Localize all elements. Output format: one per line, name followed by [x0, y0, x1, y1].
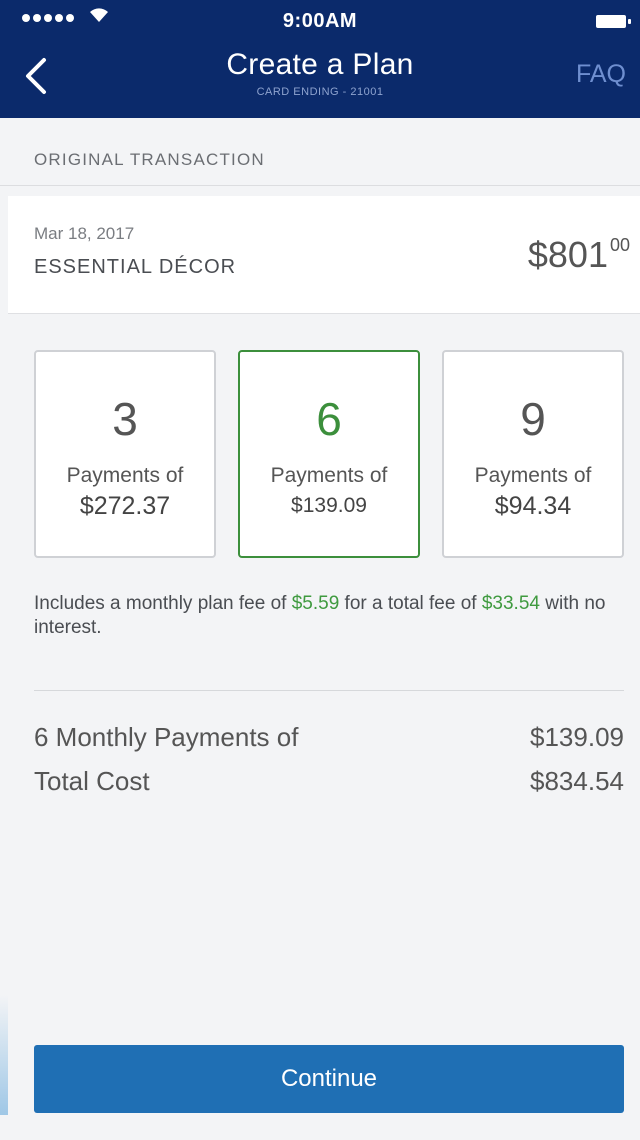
continue-button[interactable]: Continue [0, 995, 624, 1115]
page-title: Create a Plan [226, 48, 414, 81]
plan-count: 9 [520, 393, 546, 445]
total-cost-label: Total Cost [34, 766, 150, 796]
plan-label: Payments of [270, 464, 388, 487]
plan-label: Payments of [66, 464, 184, 487]
fee-note-text: for a total fee of [339, 593, 482, 614]
transaction-date: Mar 18, 2017 [34, 224, 135, 243]
plan-price: $272.37 [79, 492, 171, 520]
fee-note: Includes a monthly plan fee of $5.59 for… [34, 592, 624, 640]
amount-cents: 00 [609, 235, 630, 255]
app-header: 9:00AM Create a Plan CARD ENDING - 21001… [0, 0, 640, 118]
total-fee: $33.54 [481, 593, 540, 614]
status-bar: 9:00AM [0, 0, 640, 40]
plan-price: $139.09 [291, 494, 367, 517]
monthly-fee: $5.59 [291, 593, 340, 614]
total-cost-value: $834.54 [530, 766, 624, 796]
status-time: 9:00AM [282, 10, 358, 32]
faq-link[interactable]: FAQ [576, 60, 626, 89]
plan-count: 6 [316, 393, 342, 445]
monthly-payments-row: 6 Monthly Payments of $139.09 [34, 722, 624, 753]
plan-option-9[interactable]: 9 Payments of $94.34 [442, 350, 624, 558]
amount-main: $801 [527, 234, 608, 275]
total-cost-row: Total Cost $834.54 [34, 766, 624, 797]
monthly-payments-label: 6 Monthly Payments of [34, 722, 299, 752]
transaction-amount: $801 00 [528, 234, 630, 276]
original-transaction: Mar 18, 2017 ESSENTIAL DÉCOR $801 00 [8, 196, 640, 314]
fee-note-text: Includes a monthly plan fee of [34, 593, 292, 614]
plan-option-6-selected[interactable]: 6 Payments of $139.09 [238, 350, 420, 558]
plan-option-3[interactable]: 3 Payments of $272.37 [34, 350, 216, 558]
monthly-payments-value: $139.09 [530, 722, 624, 752]
card-ending-subtitle: CARD ENDING - 21001 [256, 86, 384, 98]
section-label: ORIGINAL TRANSACTION [34, 150, 265, 169]
plan-label: Payments of [474, 464, 592, 487]
plan-count: 3 [112, 393, 138, 445]
divider [34, 690, 624, 691]
plan-price: $94.34 [494, 492, 572, 520]
transaction-merchant: ESSENTIAL DÉCOR [34, 256, 237, 278]
battery-icon [596, 15, 631, 28]
section-header: ORIGINAL TRANSACTION [0, 118, 640, 186]
plan-options: 3 Payments of $272.37 6 Payments of $139… [34, 350, 624, 558]
